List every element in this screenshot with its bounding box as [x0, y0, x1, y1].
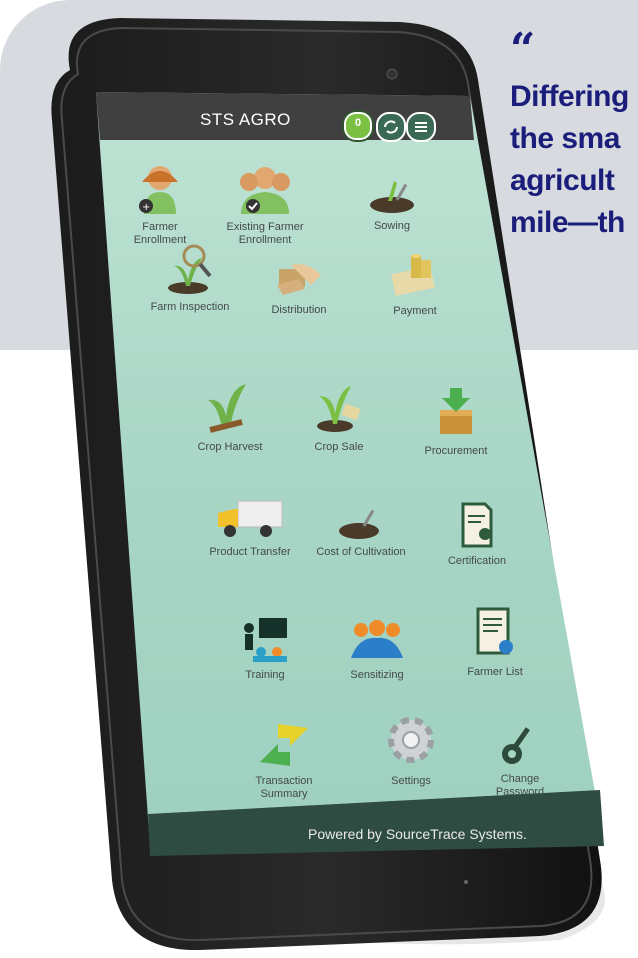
- tile-label: Payment: [393, 305, 437, 317]
- tile-existing-farmer-enrollment[interactable]: Existing Farmer Enrollment: [220, 162, 310, 247]
- distribution-icon: [277, 264, 321, 295]
- key-icon: [502, 727, 530, 764]
- svg-text:+: +: [142, 202, 150, 213]
- arrows-icon: [260, 724, 308, 766]
- tile-sensitizing[interactable]: Sensitizing: [332, 610, 422, 682]
- tile-label: Farmer List: [467, 666, 523, 678]
- crop-sale-icon: [317, 386, 361, 432]
- group-icon: [351, 620, 403, 658]
- soil-icon: [339, 509, 379, 539]
- toggle-label: 0: [354, 117, 362, 129]
- tile-label: Change Password: [495, 773, 545, 798]
- tile-crop-sale[interactable]: Crop Sale: [294, 376, 384, 454]
- list-icon: [476, 607, 513, 655]
- tile-certification[interactable]: Certification: [432, 500, 522, 568]
- tile-farmer-enrollment[interactable]: + Farmer Enrollment: [120, 162, 200, 247]
- farmer-add-icon: +: [139, 166, 178, 214]
- tile-payment[interactable]: Payment: [375, 250, 455, 318]
- home-indicator: [464, 880, 468, 884]
- tile-product-transfer[interactable]: Product Transfer: [200, 495, 300, 559]
- tile-label: Crop Sale: [314, 441, 364, 453]
- tile-transaction-summary[interactable]: Transaction Summary: [236, 722, 332, 801]
- sync-icon[interactable]: [376, 112, 406, 142]
- phone-illustration: [51, 18, 605, 951]
- harvest-icon: [208, 384, 246, 433]
- truck-icon: [218, 500, 283, 537]
- tile-procurement[interactable]: Procurement: [406, 384, 506, 458]
- tile-label: Certification: [447, 555, 507, 567]
- tile-settings[interactable]: Settings: [366, 710, 456, 788]
- app-title: STS AGRO: [200, 110, 291, 129]
- footer-powered-by: Powered by SourceTrace Systems.: [308, 826, 527, 842]
- tile-label: Sowing: [373, 220, 411, 232]
- tile-label: Crop Harvest: [197, 441, 263, 453]
- certificate-icon: [461, 502, 493, 548]
- tile-sowing[interactable]: Sowing: [352, 175, 432, 233]
- tile-label: Farm Inspection: [150, 301, 230, 313]
- tile-training[interactable]: Training: [220, 612, 310, 682]
- tile-label: Distribution: [271, 304, 327, 316]
- tile-label: Transaction Summary: [255, 775, 313, 800]
- tile-change-password[interactable]: Change Password: [480, 720, 560, 799]
- tile-distribution[interactable]: Distribution: [254, 255, 344, 317]
- tile-farm-inspection[interactable]: Farm Inspection: [140, 240, 240, 314]
- payment-icon: [391, 254, 435, 296]
- procurement-icon: [440, 388, 472, 434]
- status-toggle[interactable]: 0: [344, 112, 372, 140]
- tile-label: Cost of Cultivation: [316, 546, 406, 558]
- gear-icon: [388, 717, 434, 763]
- tile-label: Training: [245, 669, 285, 681]
- tile-farmer-list[interactable]: Farmer List: [450, 605, 540, 679]
- tile-cost-of-cultivation[interactable]: Cost of Cultivation: [316, 505, 406, 559]
- inspection-icon: [168, 244, 212, 294]
- training-icon: [244, 618, 287, 662]
- sowing-icon: [370, 181, 414, 213]
- tile-label: Settings: [391, 775, 431, 787]
- tile-crop-harvest[interactable]: Crop Harvest: [180, 376, 280, 454]
- tile-label: Sensitizing: [350, 669, 404, 681]
- menu-icon[interactable]: [406, 112, 436, 142]
- tile-label: Product Transfer: [209, 546, 291, 558]
- farmers-check-icon: [240, 167, 290, 214]
- tile-label: Procurement: [424, 445, 488, 457]
